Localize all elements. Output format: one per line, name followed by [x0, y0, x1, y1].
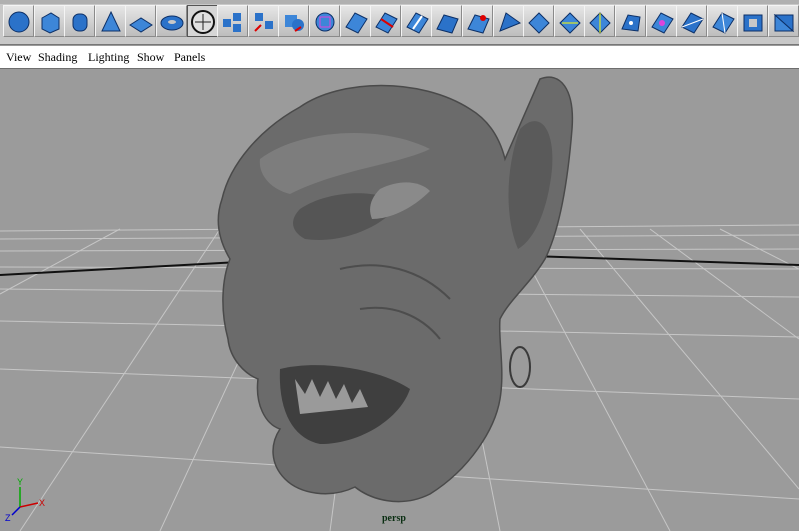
shelf-tab-strip	[0, 0, 799, 4]
polygon-cone-icon	[101, 10, 121, 32]
shelf-tool-button[interactable]	[553, 5, 585, 37]
shelf-tool-button[interactable]	[584, 5, 616, 37]
polygon-cube-icon	[41, 12, 60, 34]
bevel-icon	[528, 12, 550, 34]
axis-x-label: X	[39, 498, 45, 508]
shelf-tool-button[interactable]	[706, 5, 738, 37]
shelf-tool-button[interactable]	[33, 5, 65, 37]
merge-vertices-icon	[467, 14, 490, 34]
triangulate-icon	[773, 13, 795, 33]
select-edge-loop-icon	[190, 10, 215, 34]
shelf-tool-button[interactable]	[400, 5, 432, 37]
chamfer-vertex-icon	[681, 12, 704, 34]
axis-gizmo: Y X Z	[5, 477, 45, 523]
wedge-face-icon	[498, 12, 521, 32]
shelf-tool-button[interactable]	[492, 5, 524, 37]
shelf-tool-button[interactable]	[64, 5, 96, 37]
viewport-scene: Y X Z	[0, 76, 799, 531]
separate-polygons-icon	[254, 13, 273, 32]
panel-menubar: View Shading Lighting Show Panels	[0, 46, 799, 69]
polygon-torus-icon	[160, 15, 184, 31]
shelf-tool-button[interactable]	[676, 5, 708, 37]
axis-y-label: Y	[17, 477, 23, 487]
menu-panels[interactable]: Panels	[174, 50, 205, 65]
shelf-tool-button[interactable]	[309, 5, 340, 37]
menu-shading[interactable]: Shading	[38, 50, 77, 65]
combine-polygons-icon	[223, 13, 242, 32]
polygon-shelf	[0, 0, 799, 45]
shelf-tool-button[interactable]	[462, 5, 493, 37]
menu-view[interactable]: View	[6, 50, 31, 65]
extrude-face-icon	[344, 12, 368, 34]
fill-hole-icon	[743, 14, 763, 32]
append-polygon-icon	[436, 14, 460, 34]
perspective-viewport[interactable]: Y X Z	[0, 69, 799, 531]
cut-faces-icon	[559, 12, 581, 34]
shelf-tool-button[interactable]	[768, 5, 799, 37]
shelf-tool-button[interactable]	[645, 5, 677, 37]
poke-face-icon	[650, 12, 674, 34]
extract-faces-icon	[621, 14, 641, 32]
mirror-geometry-icon	[712, 12, 735, 34]
shelf-tool-button[interactable]	[523, 5, 555, 37]
polygon-cylinder-icon	[72, 13, 88, 32]
boolean-union-icon	[285, 15, 305, 32]
shelf-tool-button[interactable]	[156, 5, 187, 37]
shelf-tool-button[interactable]	[94, 5, 126, 37]
shelf-tool-button[interactable]	[278, 5, 310, 37]
shelf-tool-button[interactable]	[3, 5, 34, 37]
shelf-tool-button[interactable]	[431, 5, 463, 37]
shelf-tool-button[interactable]	[186, 5, 218, 37]
smooth-polygon-icon	[315, 12, 335, 32]
menu-lighting[interactable]: Lighting	[88, 50, 129, 65]
polygon-plane-icon	[129, 17, 154, 33]
insert-edge-loop-icon	[406, 12, 429, 34]
shelf-tool-button[interactable]	[615, 5, 646, 37]
shelf-tool-button[interactable]	[339, 5, 371, 37]
subdivide-face-icon	[589, 12, 612, 34]
shelf-tool-button[interactable]	[370, 5, 402, 37]
axis-z-label: Z	[5, 513, 11, 523]
goblin-head-model[interactable]	[217, 76, 574, 503]
polygon-sphere-icon	[8, 11, 30, 33]
shelf-tool-button[interactable]	[737, 5, 769, 37]
shelf-tool-button[interactable]	[217, 5, 249, 37]
shelf-tool-button[interactable]	[247, 5, 279, 37]
split-polygon-icon	[375, 12, 398, 34]
menu-show[interactable]: Show	[137, 50, 164, 65]
camera-name-label: persp	[382, 513, 406, 524]
shelf-tool-button[interactable]	[125, 5, 157, 37]
